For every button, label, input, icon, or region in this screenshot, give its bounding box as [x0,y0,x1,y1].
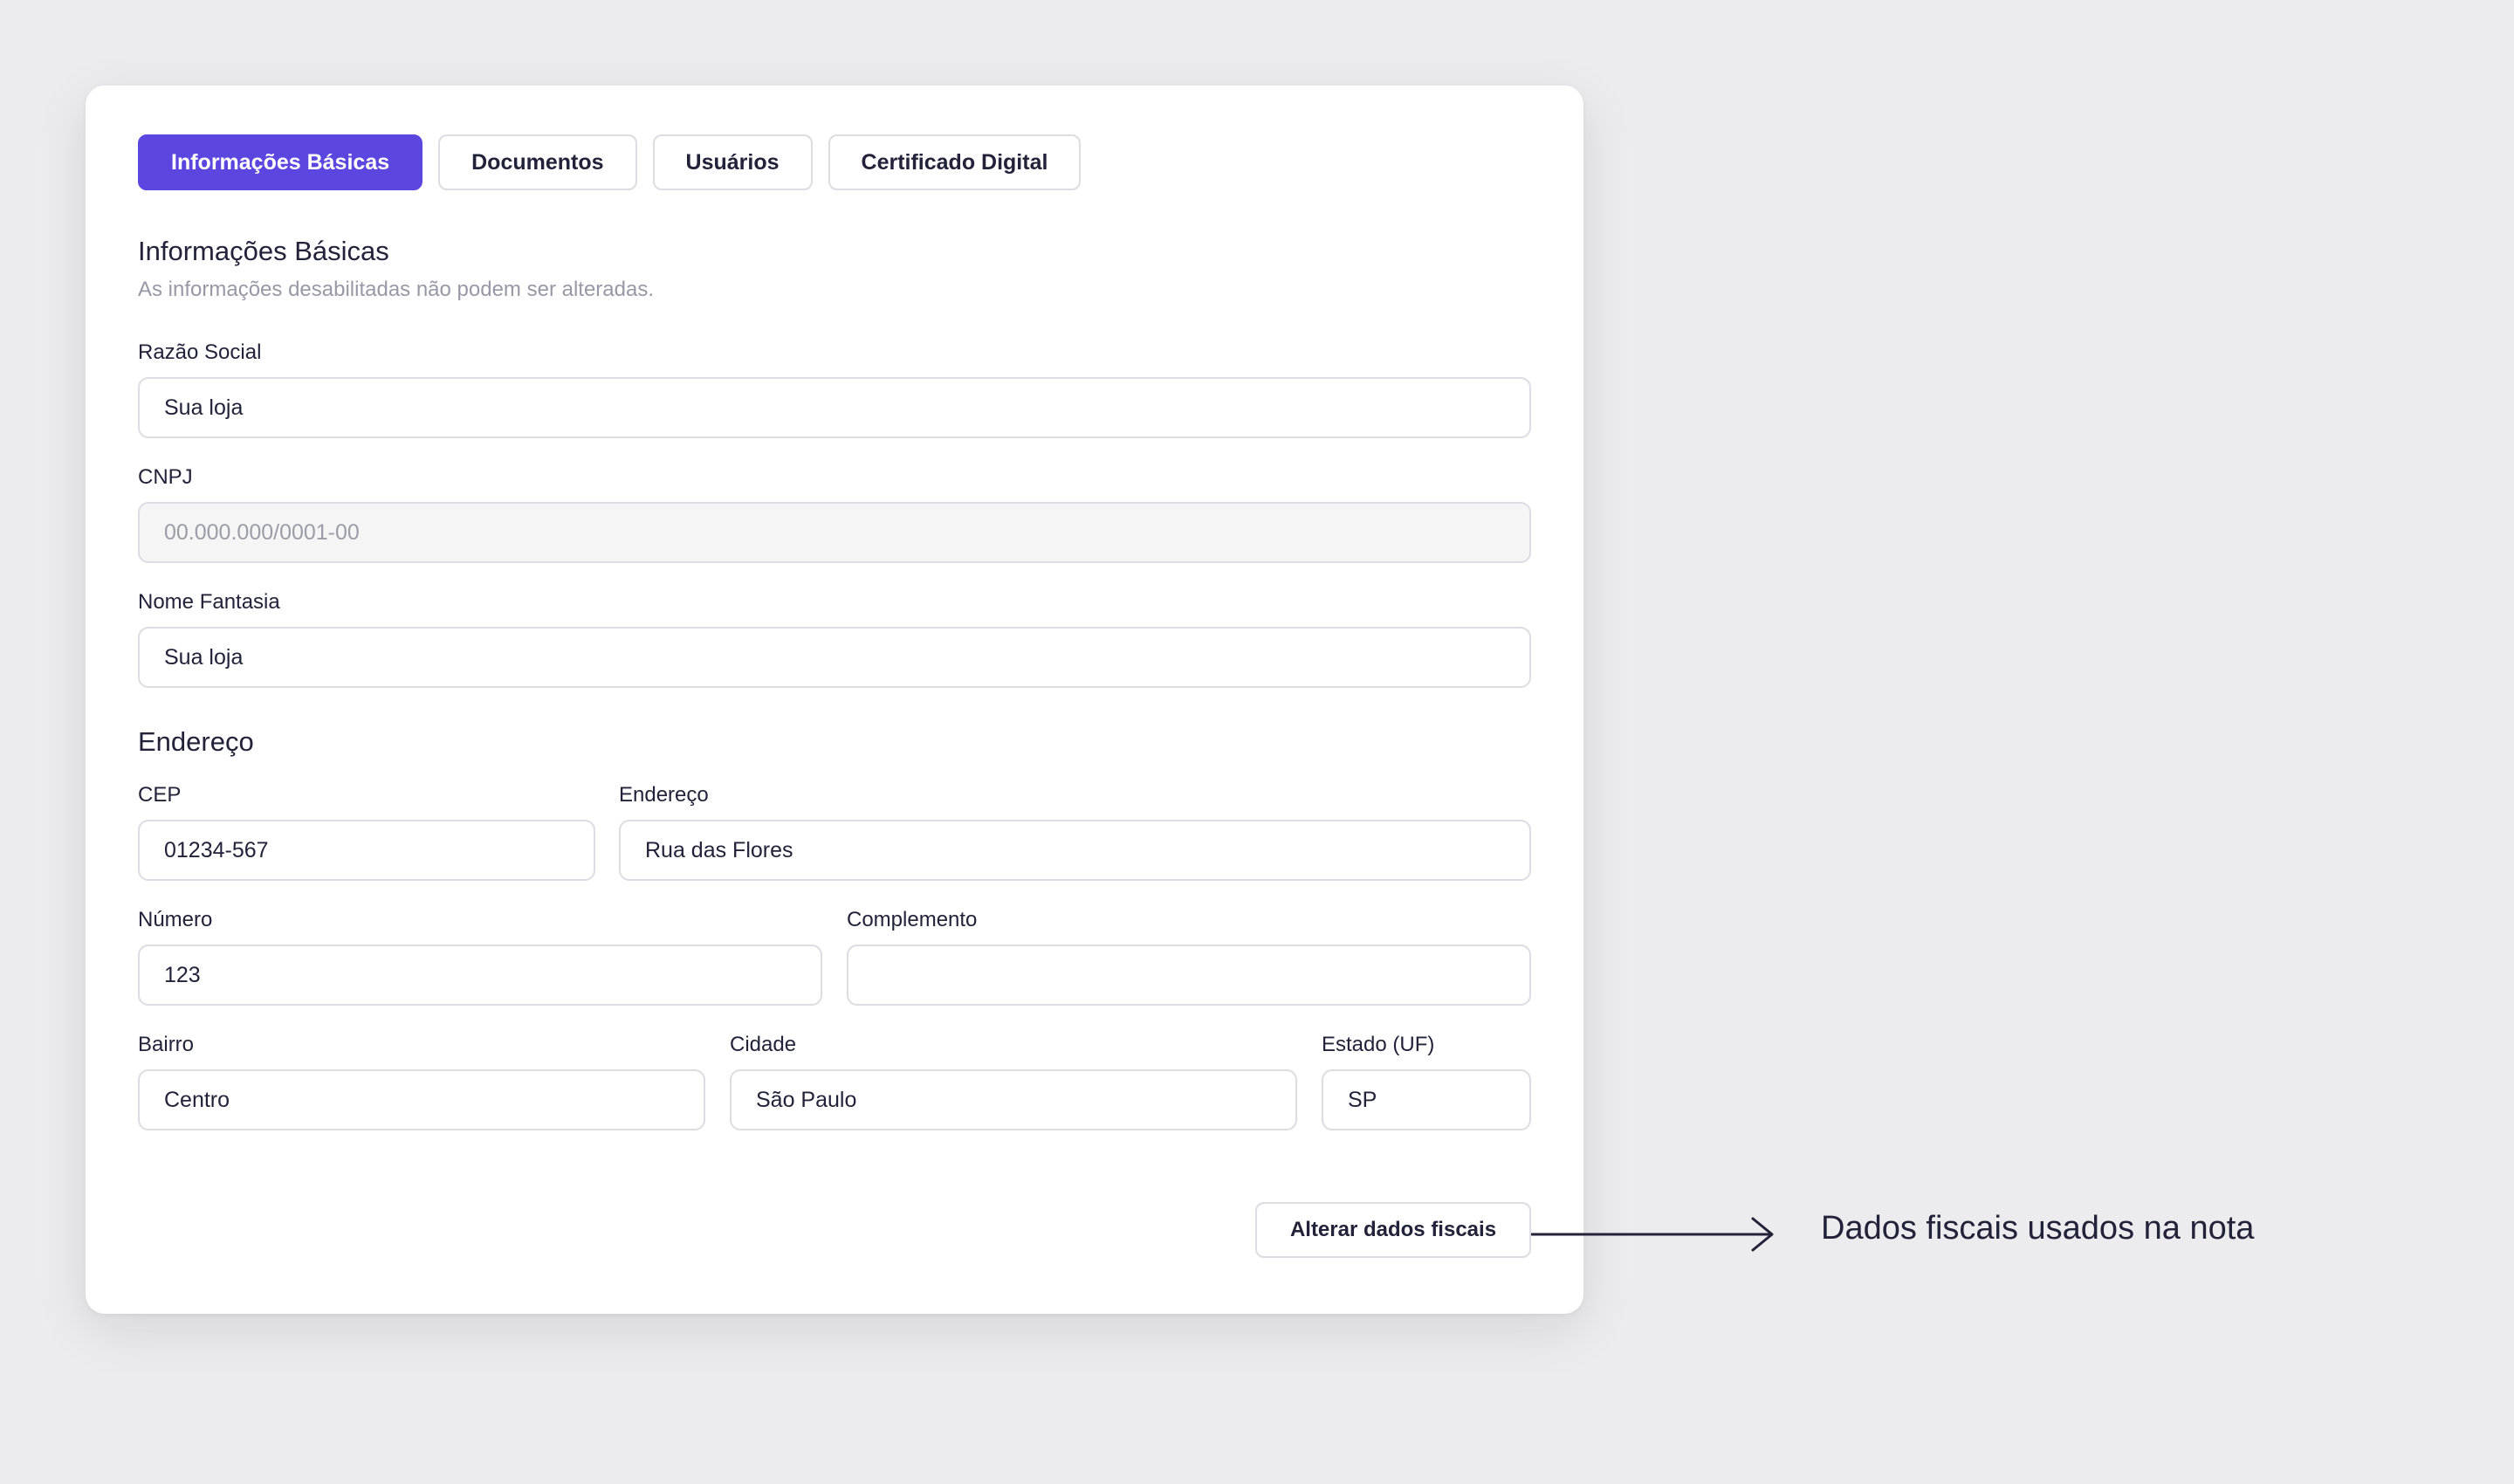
cidade-input[interactable]: São Paulo [730,1069,1297,1130]
endereco-input[interactable]: Rua das Flores [619,820,1531,881]
nome-fantasia-label: Nome Fantasia [138,590,280,614]
tab-certificado-digital[interactable]: Certificado Digital [828,134,1082,190]
numero-label: Número [138,908,213,931]
bairro-input[interactable]: Centro [138,1069,705,1130]
estado-input[interactable]: SP [1322,1069,1531,1130]
bairro-label: Bairro [138,1033,195,1056]
cnpj-input: 00.000.000/0001-00 [138,502,1531,563]
company-settings-card: Informações Básicas Documentos Usuários … [86,86,1583,1314]
annotation-label: Dados fiscais usados na nota [1821,1210,2255,1247]
cidade-label: Cidade [730,1033,797,1056]
endereco-label: Endereço [619,783,709,807]
razao-social-label: Razão Social [138,340,262,364]
tab-usuarios[interactable]: Usuários [652,134,813,190]
cep-label: CEP [138,783,182,807]
complemento-label: Complemento [847,908,978,931]
cnpj-label: CNPJ [138,465,193,489]
razao-social-input[interactable]: Sua loja [138,377,1531,438]
section-title-address: Endereço [138,726,254,757]
numero-input[interactable]: 123 [138,945,822,1006]
nome-fantasia-input[interactable]: Sua loja [138,627,1531,688]
tab-informacoes-basicas[interactable]: Informações Básicas [138,134,423,190]
annotation-arrow-icon [1531,1217,1774,1252]
tab-documentos[interactable]: Documentos [438,134,637,190]
section-subtitle: As informações desabilitadas não podem s… [138,278,654,301]
section-title-basic-info: Informações Básicas [138,236,389,266]
complemento-input[interactable] [847,945,1531,1006]
estado-label: Estado (UF) [1322,1033,1435,1056]
tab-bar: Informações Básicas Documentos Usuários … [138,134,1082,190]
alterar-dados-fiscais-button[interactable]: Alterar dados fiscais [1255,1202,1531,1258]
cep-input[interactable]: 01234-567 [138,820,595,881]
